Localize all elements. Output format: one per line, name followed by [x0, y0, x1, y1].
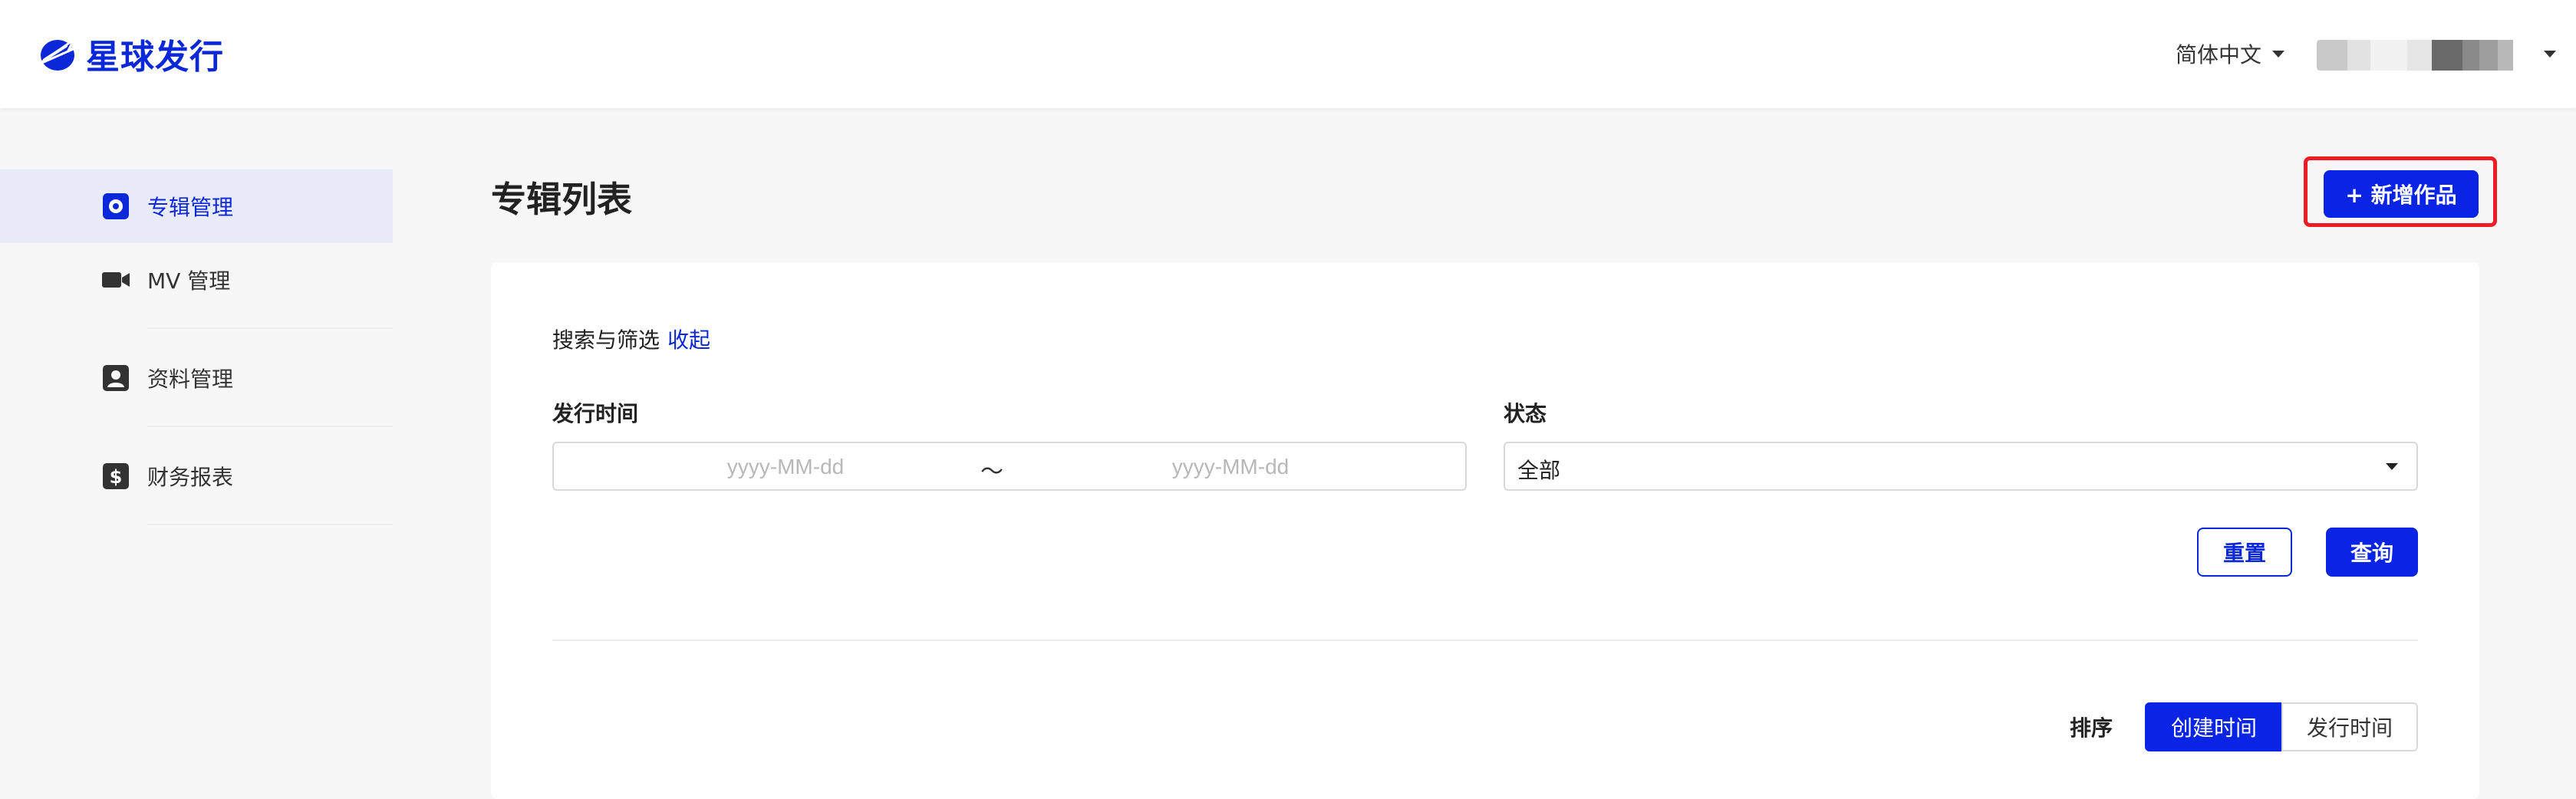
username-blur	[2479, 40, 2498, 71]
sidebar-divider	[147, 426, 393, 427]
collapse-link[interactable]: 收起	[667, 324, 710, 354]
sidebar-item-finance[interactable]: $ 财务报表	[0, 439, 393, 513]
date-end-input[interactable]	[1091, 443, 1370, 491]
video-camera-icon	[102, 266, 130, 294]
card-divider	[552, 640, 2418, 641]
sidebar: 专辑管理 MV 管理 资料管理 $ 财务报表	[0, 108, 393, 768]
query-button[interactable]: 查询	[2326, 528, 2418, 577]
album-icon	[102, 192, 130, 220]
sort-option-created[interactable]: 创建时间	[2145, 702, 2283, 751]
profile-card-icon	[102, 364, 130, 392]
user-menu[interactable]	[2317, 40, 2513, 71]
status-label: 状态	[1504, 401, 1547, 426]
sort-label: 排序	[2070, 715, 2113, 741]
user-chevron-down-icon[interactable]	[2544, 51, 2556, 58]
date-label: 发行时间	[552, 401, 639, 426]
sidebar-item-album[interactable]: 专辑管理	[0, 169, 393, 243]
sidebar-item-label: 财务报表	[147, 465, 234, 490]
language-selector[interactable]: 简体中文	[2176, 35, 2285, 72]
filter-card: 搜索与筛选 收起 发行时间 ～ 状态 全部 重置 查询 排序 创建时间 发行时间	[491, 262, 2479, 799]
sidebar-item-label: 资料管理	[147, 367, 234, 392]
language-label: 简体中文	[2176, 42, 2262, 67]
username-blur	[2462, 40, 2479, 71]
sidebar-item-label: 专辑管理	[147, 195, 234, 220]
sort-option-release[interactable]: 发行时间	[2281, 702, 2418, 751]
status-select[interactable]: 全部	[1504, 442, 2418, 491]
add-work-button[interactable]: + 新增作品	[2324, 170, 2479, 218]
date-separator: ～	[980, 459, 1003, 485]
sidebar-item-mv[interactable]: MV 管理	[0, 243, 393, 317]
page-title: 专辑列表	[491, 179, 632, 220]
planet-logo-icon	[38, 38, 77, 71]
username-blur	[2498, 40, 2513, 71]
username-blur	[2347, 40, 2370, 71]
sidebar-divider	[147, 524, 393, 525]
sidebar-item-label: MV 管理	[147, 268, 231, 294]
chevron-down-icon	[2386, 463, 2398, 470]
reset-button[interactable]: 重置	[2197, 528, 2292, 577]
username-blur	[2370, 40, 2407, 71]
sidebar-divider	[147, 327, 393, 329]
svg-text:$: $	[110, 466, 123, 488]
date-start-input[interactable]	[646, 443, 925, 491]
username-blur	[2407, 40, 2432, 71]
filter-header: 搜索与筛选 收起	[552, 324, 710, 354]
top-header: 星球发行 简体中文	[0, 0, 2576, 108]
sidebar-item-profile[interactable]: 资料管理	[0, 341, 393, 415]
status-value: 全部	[1517, 458, 1561, 483]
logo[interactable]: 星球发行	[35, 31, 224, 77]
filter-heading: 搜索与筛选	[552, 327, 660, 353]
logo-text: 星球发行	[86, 38, 224, 77]
chevron-down-icon	[2272, 50, 2285, 58]
dollar-icon: $	[102, 462, 130, 490]
username-blur	[2432, 40, 2462, 71]
username-blur	[2317, 40, 2347, 71]
date-range-picker: ～	[552, 442, 1467, 491]
